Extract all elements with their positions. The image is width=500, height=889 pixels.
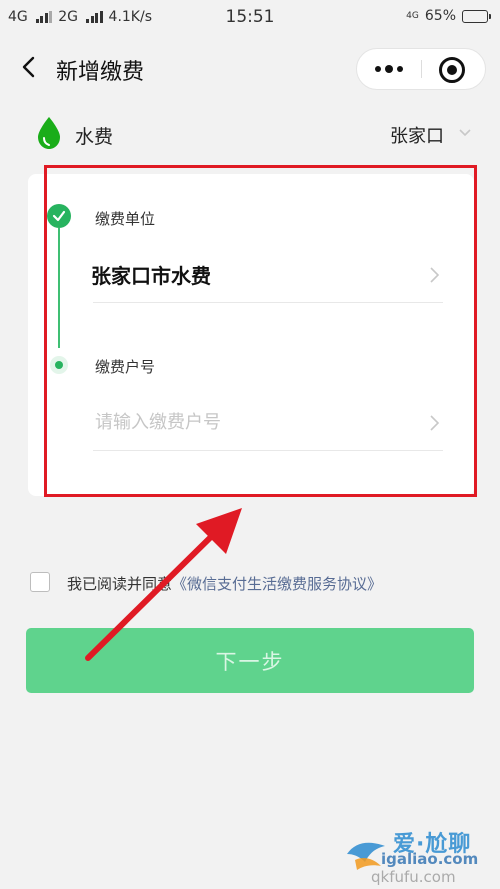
water-drop-icon <box>38 117 60 149</box>
category-row: 水费 张家口 <box>0 112 500 158</box>
status-right: 4G 65% <box>406 8 491 24</box>
page-title: 新增缴费 <box>56 60 145 85</box>
category-label: 水费 <box>75 126 114 148</box>
more-dots-icon[interactable] <box>357 49 421 89</box>
chevron-down-icon[interactable] <box>458 128 472 138</box>
mini-program-capsule <box>356 48 486 90</box>
agreement-row: 我已阅读并同意《微信支付生活缴费服务协议》 <box>0 568 500 598</box>
battery-icon <box>462 9 491 23</box>
annotation-highlight-box <box>44 165 477 497</box>
watermark-url: igaliao.com <box>381 850 479 868</box>
lte-icon: 4G <box>406 10 419 21</box>
status-bar: 4G 2G 4.1K/s 15:51 4G 65% <box>0 0 500 36</box>
watermark-url-2: qkfufu.com <box>371 868 456 886</box>
capsule-divider <box>421 60 422 78</box>
target-close-icon[interactable] <box>439 57 465 83</box>
agreement-link[interactable]: 《微信支付生活缴费服务协议》 <box>172 575 382 593</box>
nav-bar: 新增缴费 <box>0 36 500 102</box>
agreement-text: 我已阅读并同意《微信支付生活缴费服务协议》 <box>67 573 382 594</box>
watermark: 爱·尬聊 igaliao.com qkfufu.com <box>345 826 495 886</box>
next-step-button[interactable]: 下一步 <box>26 628 474 693</box>
agreement-prefix: 我已阅读并同意 <box>67 575 173 593</box>
chevron-left-icon[interactable] <box>16 52 44 82</box>
battery-percent: 65% <box>424 8 456 24</box>
city-selector[interactable]: 张家口 <box>390 122 444 148</box>
agreement-checkbox[interactable] <box>30 572 50 592</box>
